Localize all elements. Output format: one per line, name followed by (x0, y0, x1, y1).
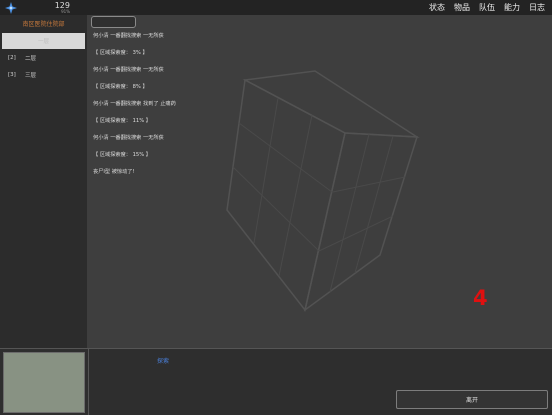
floor-index: [2] (8, 55, 16, 61)
menu-skills[interactable]: 能力 (504, 2, 520, 13)
floor-item-3[interactable]: [3] 三层 (2, 67, 85, 83)
log-line: 何小清 一番翻找搜索 找到了 止痛药 (93, 101, 176, 107)
floor-label: 二层 (25, 56, 37, 62)
location-title: 南区医院住院部 (22, 21, 65, 28)
floor-label: 一层 (37, 39, 49, 45)
panel-divider (88, 349, 89, 415)
log-line: 【 区域探索度： 15% 】 (93, 152, 151, 158)
floor-item-1[interactable]: 一层 (2, 33, 85, 49)
leave-button[interactable]: 离开 (396, 390, 548, 409)
overlay-number: 4 (473, 286, 488, 310)
log-line: 【 区域探索度： 3% 】 (93, 50, 148, 56)
location-sidebar: 南区医院住院部 一层 [2] 二层 [3] 三层 (0, 15, 87, 348)
floor-item-2[interactable]: [2] 二层 (2, 50, 85, 66)
compass-icon[interactable] (5, 2, 17, 14)
action-panel: 探索 离开 (0, 348, 552, 415)
floor-index: [3] (8, 72, 16, 78)
area-thumbnail (3, 352, 85, 413)
explore-link[interactable]: 探索 (157, 356, 169, 365)
log-line: 何小清 一番翻找搜索 一无所获 (93, 33, 164, 39)
menu-log[interactable]: 日志 (529, 2, 545, 13)
menu-team[interactable]: 队伍 (479, 2, 495, 13)
menu-status[interactable]: 状态 (429, 2, 445, 13)
log-line: 【 区域探索度： 11% 】 (93, 118, 151, 124)
event-log: 何小清 一番翻找搜索 一无所获 【 区域探索度： 3% 】 何小清 一番翻找搜索… (93, 33, 453, 186)
main-menu: 状态 物品 队伍 能力 日志 (429, 2, 545, 13)
top-bar: 129 91% 状态 物品 队伍 能力 日志 (0, 0, 552, 15)
log-line: 何小清 一番翻找搜索 一无所获 (93, 135, 164, 141)
menu-items[interactable]: 物品 (454, 2, 470, 13)
log-line: 何小清 一番翻找搜索 一无所获 (93, 67, 164, 73)
floor-label: 三层 (25, 73, 37, 79)
hp-percent: 91% (61, 9, 70, 14)
log-line: 丧尸I型 被惊动了! (93, 169, 135, 175)
top-search-box[interactable] (91, 16, 136, 28)
log-line: 【 区域探索度： 8% 】 (93, 84, 148, 90)
